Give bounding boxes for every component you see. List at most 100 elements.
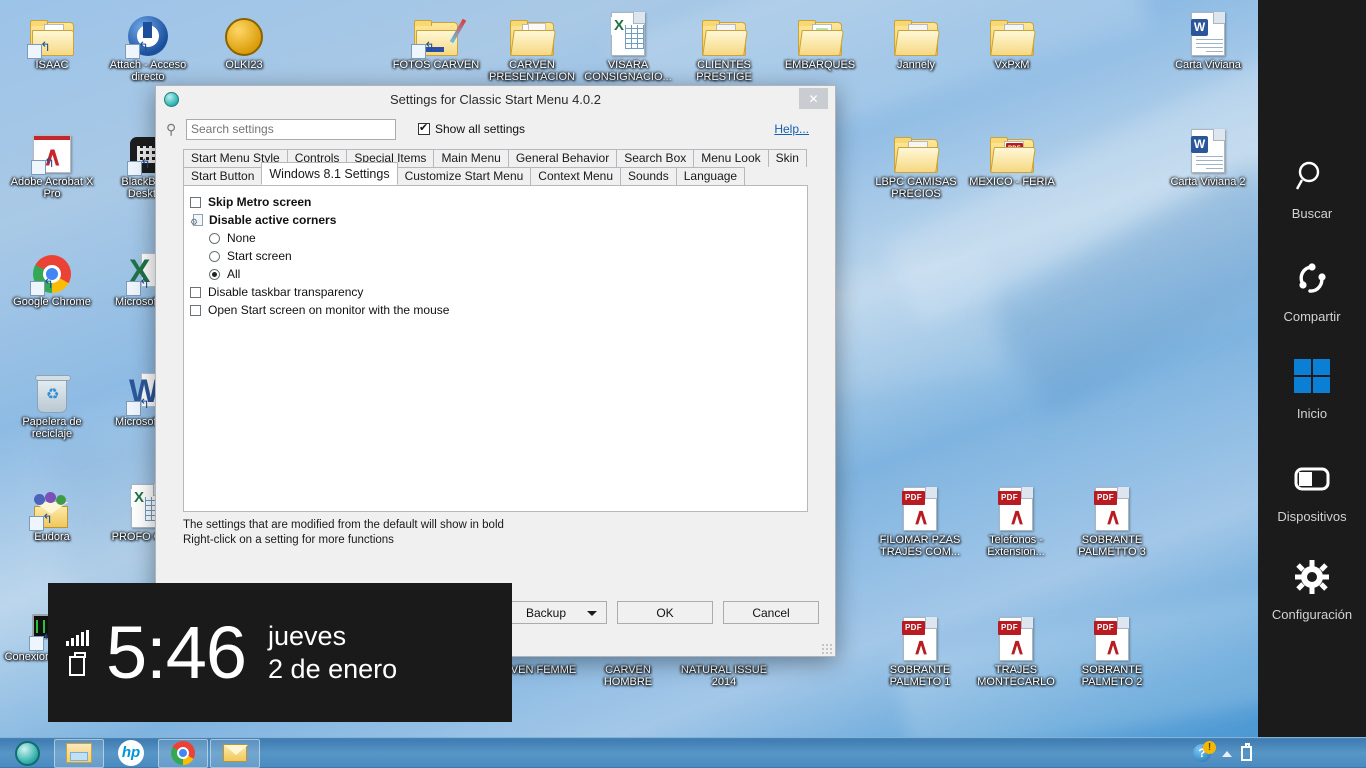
setting-label: Disable active corners bbox=[209, 213, 337, 227]
desktop-icon[interactable]: PDF ∧ SOBRANTE PALMETO 2 bbox=[1064, 613, 1160, 688]
desktop-icon-label: Google Chrome bbox=[13, 296, 91, 308]
desktop-icon[interactable]: PDF ∧ SOBRANTE PALMETTO 3 bbox=[1064, 483, 1160, 558]
checkbox-box bbox=[190, 286, 201, 298]
charm-label: Configuración bbox=[1271, 607, 1353, 622]
desktop-icon-label: Carta Viviana bbox=[1175, 59, 1241, 71]
desktop-icon[interactable]: PDF ∧ SOBRANTE PALMETO 1 bbox=[872, 613, 968, 688]
desktop-icon-label: Jannely bbox=[897, 59, 935, 71]
tab-search-box[interactable]: Search Box bbox=[616, 149, 695, 167]
desktop-icon-label: Adobe Acrobat X Pro bbox=[10, 176, 94, 200]
resize-grip[interactable] bbox=[821, 643, 832, 654]
word-document-icon: W bbox=[1191, 12, 1225, 56]
tab-general-behavior[interactable]: General Behavior bbox=[507, 149, 618, 167]
desktop-icon[interactable]: PDF ∧ FILOMAR PZAS TRAJES COM... bbox=[872, 483, 968, 558]
share-icon bbox=[1258, 255, 1366, 303]
clock-status-icons bbox=[48, 629, 106, 676]
tab-language[interactable]: Language bbox=[675, 167, 746, 185]
pdf-icon: PDF ∧ bbox=[968, 483, 1064, 531]
desktop-icon[interactable]: EMBARQUES bbox=[772, 8, 868, 71]
note-line-1: The settings that are modified from the … bbox=[183, 519, 504, 531]
show-hidden-icons-chevron[interactable] bbox=[1222, 750, 1232, 757]
desktop-icon-label: Attach - Acceso directo bbox=[109, 59, 187, 83]
cancel-button[interactable]: Cancel bbox=[723, 601, 819, 624]
desktop-icon-label: SOBRANTE PALMETO 1 bbox=[889, 664, 951, 688]
folder-photo-icon bbox=[4, 8, 100, 59]
charm-label: Buscar bbox=[1291, 206, 1333, 221]
desktop-icon[interactable]: VxPxM bbox=[964, 8, 1060, 71]
desktop-icon-label: VxPxM bbox=[994, 59, 1030, 71]
desktop-icon[interactable]: W Carta Viviana 2 bbox=[1160, 125, 1256, 188]
desktop-icon[interactable]: CARVEN PRESENTACION bbox=[484, 8, 580, 83]
setting-label: All bbox=[227, 267, 241, 281]
tab-customize-start-menu[interactable]: Customize Start Menu bbox=[396, 167, 532, 185]
tab-skin[interactable]: Skin bbox=[767, 149, 807, 167]
backup-button[interactable]: Backup bbox=[503, 601, 607, 624]
desktop-icon[interactable]: PDF ∧ Telefonos - Extension... bbox=[968, 483, 1064, 558]
desktop-icon[interactable]: LBPC CAMISAS PRECIOS bbox=[868, 125, 964, 200]
setting-radio[interactable]: Start screen bbox=[190, 247, 801, 265]
charm-label: Dispositivos bbox=[1277, 509, 1347, 524]
action-center-warning-icon[interactable]: ? ! bbox=[1193, 740, 1216, 764]
desktop-icon-label: CLIENTES PRESTIGE bbox=[696, 59, 752, 83]
setting-checkbox[interactable]: Open Start screen on monitor with the mo… bbox=[190, 301, 801, 319]
desktop-icon[interactable]: Attach - Acceso directo bbox=[100, 8, 196, 83]
excel-document-icon: X bbox=[611, 12, 645, 56]
desktop-icon[interactable]: ♻ Papelera de reciclaje bbox=[4, 365, 100, 440]
charm-dispositivos[interactable]: Dispositivos bbox=[1258, 455, 1366, 524]
setting-checkbox[interactable]: Disable taskbar transparency bbox=[190, 283, 801, 301]
desktop-icon[interactable]: X VISARA CONSIGNACIO... bbox=[580, 8, 676, 83]
desktop-icon[interactable]: ∧Adobe Acrobat X Pro bbox=[4, 125, 100, 200]
charm-configuración[interactable]: Configuración bbox=[1258, 553, 1366, 622]
tab-start-button[interactable]: Start Button bbox=[183, 167, 263, 185]
charm-inicio[interactable]: Inicio bbox=[1258, 352, 1366, 421]
desktop-icon[interactable]: W Carta Viviana bbox=[1160, 8, 1256, 71]
olk-app-icon bbox=[225, 18, 263, 56]
desktop-icon[interactable]: Eudora bbox=[4, 480, 100, 543]
hp-app-button[interactable]: hp bbox=[106, 739, 156, 768]
charm-buscar[interactable]: Buscar bbox=[1258, 152, 1366, 221]
folder-docs-icon bbox=[484, 8, 580, 56]
start-orb-button[interactable] bbox=[2, 739, 52, 768]
desktop-icon-label: Eudora bbox=[34, 531, 70, 543]
pdf-file-icon: PDF ∧ bbox=[1094, 487, 1129, 531]
eudora-icon bbox=[4, 480, 100, 531]
desktop-icon[interactable]: Jannely bbox=[868, 8, 964, 71]
setting-radio[interactable]: None bbox=[190, 229, 801, 247]
desktop-icon[interactable]: PDF∧ MEXICO - FERIA bbox=[964, 125, 1060, 188]
setting-radio[interactable]: All bbox=[190, 265, 801, 283]
desktop-icon-label: ISAAC bbox=[35, 59, 69, 71]
desktop-icon[interactable]: ISAAC bbox=[4, 8, 100, 71]
tab-menu-look[interactable]: Menu Look bbox=[693, 149, 769, 167]
search-input[interactable] bbox=[186, 118, 396, 140]
shortcut-overlay-icon bbox=[27, 44, 42, 59]
shortcut-overlay-icon bbox=[126, 281, 141, 296]
pdf-icon: PDF ∧ bbox=[1064, 483, 1160, 531]
desktop-icon[interactable]: FOTOS CARVEN bbox=[388, 8, 484, 71]
eudora-icon bbox=[29, 492, 72, 531]
file-explorer-button[interactable] bbox=[54, 738, 104, 768]
recycle-bin-icon: ♻ bbox=[4, 365, 100, 413]
eudora-mail-button[interactable] bbox=[210, 738, 260, 768]
close-icon[interactable]: ✕ bbox=[799, 88, 828, 109]
help-link[interactable]: Help... bbox=[774, 122, 809, 136]
desktop-icon[interactable]: PDF ∧ TRAJES MONTECARLO bbox=[968, 613, 1064, 688]
tab-context-menu[interactable]: Context Menu bbox=[530, 167, 622, 185]
system-tray: ? ! bbox=[1193, 738, 1258, 768]
charm-compartir[interactable]: Compartir bbox=[1258, 255, 1366, 324]
setting-group[interactable]: ⚙ Disable active corners bbox=[190, 211, 801, 229]
ok-button[interactable]: OK bbox=[617, 601, 713, 624]
backup-label: Backup bbox=[526, 605, 567, 620]
setting-checkbox[interactable]: Skip Metro screen bbox=[190, 193, 801, 211]
battery-icon[interactable] bbox=[1241, 743, 1252, 761]
show-all-settings-checkbox[interactable]: Show all settings bbox=[418, 121, 525, 136]
desktop-icon[interactable]: Google Chrome bbox=[4, 245, 100, 308]
tab-main-menu[interactable]: Main Menu bbox=[433, 149, 509, 167]
tab-windows-8-1-settings[interactable]: Windows 8.1 Settings bbox=[261, 162, 398, 185]
checkbox-box bbox=[418, 121, 430, 135]
desktop-icon[interactable]: OLKI23 bbox=[196, 8, 292, 71]
dialog-button-row: Backup OK Cancel bbox=[503, 601, 819, 624]
tab-sounds[interactable]: Sounds bbox=[620, 167, 677, 185]
google-chrome-button[interactable] bbox=[158, 738, 208, 768]
desktop-icon[interactable]: CLIENTES PRESTIGE bbox=[676, 8, 772, 83]
app-attach-icon bbox=[100, 8, 196, 59]
